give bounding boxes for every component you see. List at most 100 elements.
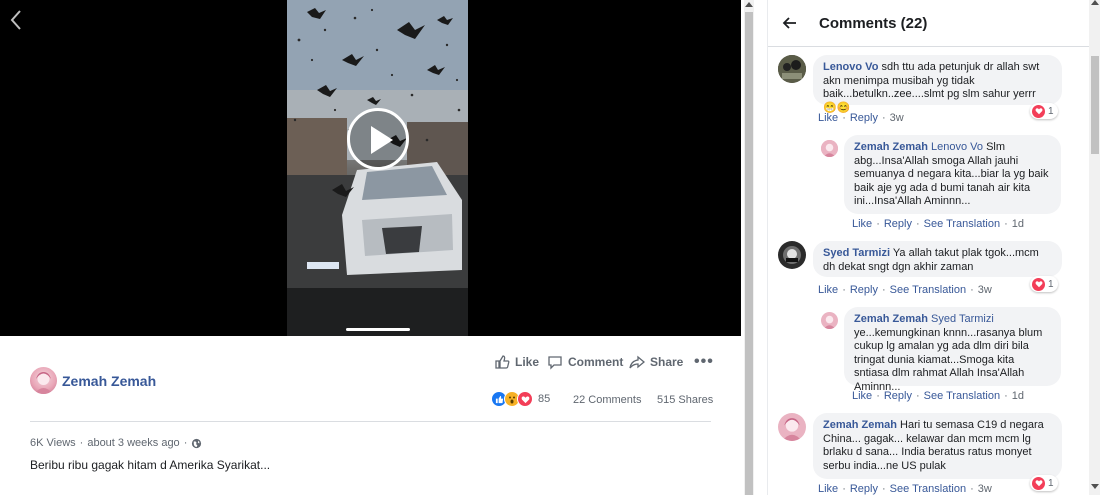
post-meta: 6K Views · about 3 weeks ago · — [30, 437, 202, 449]
share-label: Share — [650, 355, 684, 369]
reply-author[interactable]: Zemah Zemah — [854, 313, 928, 325]
reply-actions: Like · Reply · See Translation · 1d — [852, 218, 1024, 230]
comments-list: Lenovo Vo sdh ttu ada petunjuk dr allah … — [768, 47, 1090, 495]
reply-actions: Like · Reply · See Translation · 1d — [852, 390, 1024, 402]
reply-text: ye...kemungkinan knnn...rasanya blum cuk… — [854, 326, 1043, 393]
action-separator: · — [970, 284, 974, 296]
see-translation-link[interactable]: See Translation — [924, 218, 1000, 230]
meta-separator: · — [79, 437, 84, 449]
action-separator: · — [1004, 390, 1008, 402]
comment-actions: Like · Reply · 3w — [818, 112, 904, 124]
more-dots-icon[interactable]: ••• — [694, 353, 714, 371]
post-caption: Beribu ribu gagak hitam d Amerika Syarik… — [30, 458, 271, 472]
see-translation-link[interactable]: See Translation — [924, 390, 1000, 402]
comment-time[interactable]: 3w — [978, 483, 992, 495]
reaction-count: 1 — [1048, 278, 1054, 290]
comment-author[interactable]: Lenovo Vo — [823, 61, 878, 73]
comment-actions: Like · Reply · See Translation · 3w — [818, 483, 992, 495]
action-separator: · — [881, 112, 886, 124]
reply-avatar[interactable] — [821, 140, 838, 157]
reaction-summary[interactable]: 85 — [491, 391, 550, 407]
reaction-count: 1 — [1048, 477, 1054, 489]
post-details: Zemah Zemah Like Comment Share ••• 85 22… — [0, 336, 741, 495]
play-icon — [371, 126, 393, 154]
reply-like-link[interactable]: Like — [852, 390, 872, 402]
comment-author[interactable]: Syed Tarmizi — [823, 247, 890, 259]
scroll-up-arrow-icon[interactable] — [1091, 0, 1099, 5]
scroll-down-arrow-icon[interactable] — [1091, 484, 1099, 489]
view-count: 6K Views — [30, 437, 76, 449]
action-separator: · — [1004, 218, 1008, 230]
comments-panel: Comments (22) Lenovo Vo sdh ttu ada petu… — [767, 0, 1100, 495]
commenter-avatar[interactable] — [778, 241, 806, 269]
comment-reply-link[interactable]: Reply — [850, 112, 878, 124]
share-button[interactable]: Share — [629, 353, 683, 371]
meta-separator: · — [183, 437, 188, 449]
comments-title: Comments (22) — [819, 15, 928, 32]
comment-bubble: Syed Tarmizi Ya allah takut plak tgok...… — [813, 241, 1062, 277]
thumbs-up-icon — [495, 355, 510, 369]
comment-author[interactable]: Zemah Zemah — [823, 419, 897, 431]
action-separator: · — [970, 483, 974, 495]
comment-button[interactable]: Comment — [547, 353, 623, 371]
video-post-pane: Zemah Zemah Like Comment Share ••• 85 22… — [0, 0, 741, 495]
action-separator: · — [876, 390, 880, 402]
reply-mention[interactable]: Syed Tarmizi — [931, 313, 994, 325]
play-button[interactable] — [347, 108, 409, 170]
globe-icon — [192, 438, 202, 448]
author-name[interactable]: Zemah Zemah — [62, 373, 156, 389]
comment-reaction-badge[interactable]: 1 — [1030, 475, 1058, 491]
facebook-video-viewer: Zemah Zemah Like Comment Share ••• 85 22… — [0, 0, 1100, 495]
reply-reply-link[interactable]: Reply — [884, 218, 912, 230]
comment-reaction-badge[interactable]: 1 — [1030, 103, 1058, 119]
scroll-up-arrow-icon[interactable] — [745, 2, 753, 7]
see-translation-link[interactable]: See Translation — [890, 284, 966, 296]
author-avatar[interactable] — [30, 367, 57, 394]
comment-reply-link[interactable]: Reply — [850, 483, 878, 495]
action-separator: · — [842, 483, 846, 495]
comment-like-link[interactable]: Like — [818, 112, 838, 124]
chevron-left-icon[interactable] — [8, 8, 24, 32]
comment-time[interactable]: 3w — [890, 112, 904, 124]
reply-like-link[interactable]: Like — [852, 218, 872, 230]
comment-time[interactable]: 3w — [978, 284, 992, 296]
heart-icon — [1032, 104, 1045, 118]
like-button[interactable]: Like — [494, 353, 539, 371]
action-separator: · — [881, 284, 886, 296]
video-progress-bar[interactable] — [346, 328, 410, 331]
comment-actions: Like · Reply · See Translation · 3w — [818, 284, 992, 296]
heart-icon — [1032, 277, 1045, 291]
reply-author[interactable]: Zemah Zemah — [854, 141, 928, 153]
comments-count[interactable]: 22 Comments — [573, 394, 641, 406]
reply-bubble: Zemah Zemah Syed Tarmizi ye...kemungkina… — [844, 307, 1061, 393]
reaction-count: 85 — [538, 393, 551, 405]
action-separator: · — [842, 112, 846, 124]
comment-like-link[interactable]: Like — [818, 483, 838, 495]
speech-bubble-icon — [548, 356, 562, 370]
comments-scrollbar[interactable] — [1089, 0, 1100, 495]
left-pane-scroll-thumb[interactable] — [745, 12, 753, 495]
reply-avatar[interactable] — [821, 312, 838, 329]
see-translation-link[interactable]: See Translation — [890, 483, 966, 495]
arrow-left-icon[interactable] — [782, 15, 798, 31]
shares-count[interactable]: 515 Shares — [657, 394, 713, 406]
reply-reply-link[interactable]: Reply — [884, 390, 912, 402]
like-label: Like — [515, 355, 540, 369]
action-separator: · — [915, 390, 920, 402]
reply-time[interactable]: 1d — [1012, 390, 1024, 402]
action-separator: · — [842, 284, 846, 296]
action-separator: · — [881, 483, 886, 495]
reply-time[interactable]: 1d — [1012, 218, 1024, 230]
comment-like-link[interactable]: Like — [818, 284, 838, 296]
post-time[interactable]: about 3 weeks ago — [87, 437, 179, 449]
video-player[interactable] — [0, 0, 741, 336]
commenter-avatar[interactable] — [778, 413, 806, 441]
comment-reaction-badge[interactable]: 1 — [1030, 276, 1058, 292]
action-separator: · — [915, 218, 920, 230]
comments-scroll-thumb[interactable] — [1091, 56, 1099, 154]
reply-mention[interactable]: Lenovo Vo — [931, 141, 983, 153]
commenter-avatar[interactable] — [778, 55, 806, 83]
share-arrow-icon — [629, 355, 645, 369]
reply-bubble: Zemah Zemah Lenovo Vo Slm abg...Insa'All… — [844, 135, 1061, 214]
comment-reply-link[interactable]: Reply — [850, 284, 878, 296]
